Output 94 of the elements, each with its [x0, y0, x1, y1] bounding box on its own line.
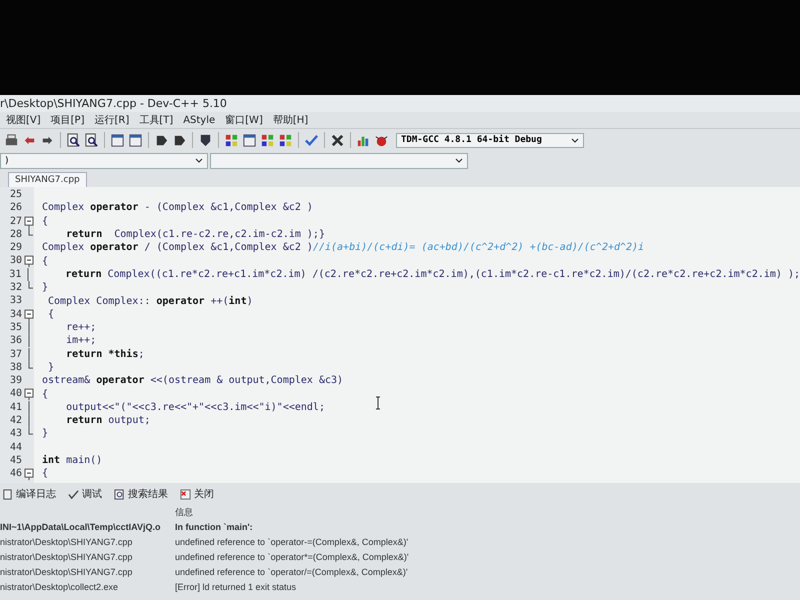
window-icon[interactable] — [242, 132, 257, 148]
line-number: 43 — [8, 427, 23, 441]
caret-icon — [195, 158, 203, 163]
code-line: } — [42, 282, 48, 294]
line-number: 30 — [8, 254, 23, 268]
class-select[interactable]: ) — [0, 152, 208, 168]
line-number: 35 — [8, 320, 23, 334]
fold-toggle-icon[interactable] — [24, 214, 34, 228]
magnifier-icon[interactable] — [84, 132, 99, 148]
check-icon — [68, 488, 79, 500]
file-path: nistrator\Desktop\SHIYANG7.cpp — [0, 552, 134, 562]
line-number: 25 — [8, 188, 23, 202]
line-number: 27 — [8, 214, 23, 228]
menu-item[interactable]: 视图[V] — [6, 113, 41, 127]
line-number: 38 — [8, 360, 23, 374]
compiler-select[interactable]: TDM-GCC 4.8.1 64-bit Debug — [396, 132, 584, 148]
line-number: 42 — [8, 414, 23, 428]
check-icon[interactable] — [304, 132, 319, 148]
line-number: 39 — [8, 374, 23, 388]
file-path: INI~1\AppData\Local\Temp\cctIAVjQ.o — [0, 522, 162, 532]
cross-icon[interactable] — [330, 132, 345, 148]
grid-icon[interactable] — [260, 132, 275, 148]
file-path: nistrator\Desktop\SHIYANG7.cpp — [0, 536, 134, 546]
menu-item[interactable]: 运行[R] — [94, 113, 130, 127]
line-number: 40 — [8, 387, 23, 401]
fold-toggle-icon[interactable] — [24, 387, 34, 401]
code-line: { — [42, 216, 48, 227]
message-text: undefined reference to `operator-=(Complex&, Complex&)' — [175, 536, 408, 546]
code-line: Complex Complex:: operator ++(int) — [47, 296, 253, 307]
code-line: int main() — [42, 455, 102, 466]
line-number: 26 — [8, 201, 23, 215]
fold-toggle-icon[interactable] — [24, 254, 34, 268]
grid-icon[interactable] — [224, 132, 239, 148]
menu-item[interactable]: 项目[P] — [50, 113, 84, 127]
line-number: 28 — [8, 228, 23, 242]
fold-toggle-icon[interactable] — [24, 467, 34, 481]
line-number: 45 — [8, 454, 23, 468]
line-number: 34 — [8, 308, 23, 321]
line-number: 37 — [8, 348, 23, 361]
line-number: 29 — [8, 241, 23, 254]
line-number: 36 — [8, 334, 23, 348]
code-line: ostream& operator <<(ostream & output,Complex &c3) — [42, 375, 344, 386]
search-icon — [114, 488, 125, 500]
text-cursor-icon — [375, 396, 381, 410]
window-icon[interactable] — [128, 132, 143, 148]
code-line: Complex operator - (Complex &c1,Complex &c2 ) — [42, 202, 313, 214]
menu-item[interactable]: 窗口[W] — [225, 113, 263, 127]
file-path: nistrator\Desktop\SHIYANG7.cpp — [0, 566, 134, 576]
printer-icon[interactable] — [4, 132, 19, 148]
panel-tab[interactable]: 调试 — [68, 487, 102, 501]
code-line: return Complex((c1.re*c2.re+c1.im*c2.im) /(c2.re*c2.re+c2.im*c2.im),(c1.im*c2.re-c1.re*c2.im)/(c2.re*c2.re+c2.im*c2.im) ); — [64, 268, 800, 280]
grid-icon[interactable] — [278, 132, 293, 148]
code-line: { — [42, 256, 48, 267]
code-editor[interactable] — [0, 187, 800, 483]
file-tab[interactable]: SHIYANG7.cpp — [8, 172, 87, 187]
code-line: return Complex(c1.re-c2.re,c2.im-c2.im );} — [65, 229, 325, 240]
code-line: } — [47, 362, 54, 373]
line-number: 33 — [8, 294, 23, 308]
code-line: return *this; — [65, 348, 144, 360]
magnifier-icon[interactable] — [66, 132, 81, 148]
line-number: 46 — [8, 467, 23, 481]
message-text: In function `main': — [175, 522, 253, 532]
caret-icon — [455, 158, 463, 163]
menu-item[interactable]: 工具[T] — [139, 113, 174, 127]
menu-item[interactable]: 帮助[H] — [272, 113, 308, 127]
code-line: { — [42, 468, 48, 480]
shield-icon[interactable] — [198, 132, 213, 148]
column-header: 信息 — [175, 506, 193, 518]
window-title: r\Desktop\SHIYANG7.cpp - Dev-C++ 5.10 — [0, 97, 227, 110]
menu-item[interactable]: AStyle — [183, 114, 216, 126]
code-line: { — [47, 308, 54, 320]
code-line: im++; — [65, 335, 96, 346]
code-line: return output; — [65, 415, 150, 426]
line-number: 31 — [8, 268, 22, 282]
line-number: 32 — [8, 281, 23, 294]
code-line: { — [42, 388, 48, 400]
close-icon — [180, 488, 191, 500]
panel-tab[interactable]: 搜索结果 — [114, 487, 168, 501]
code-line: Complex operator / (Complex &c1,Complex &c2 )//i(a+bi)/(c+di)= (ac+bd)/(c^2+d^2) +(bc-ad)/(c^2+d^2)i — [42, 242, 644, 254]
message-text: undefined reference to `operator*=(Complex&, Complex&)' — [175, 552, 409, 562]
document-icon — [2, 488, 13, 500]
message-text: [Error] ld returned 1 exit status — [175, 582, 296, 592]
window-icon[interactable] — [110, 132, 125, 148]
code-line: output<<"("<<c3.re<<"+"<<c3.im<<"i)"<<endl; — [65, 402, 325, 413]
message-text: undefined reference to `operator/=(Complex&, Complex&)' — [175, 566, 408, 576]
panel-tab[interactable]: 关闭 — [180, 487, 214, 501]
code-line: } — [42, 428, 48, 440]
fold-toggle-icon[interactable] — [24, 308, 34, 321]
file-path: nistrator\Desktop\collect2.exe — [0, 582, 120, 592]
panel-tab[interactable]: 编译日志 — [2, 487, 56, 501]
code-line: re++; — [65, 322, 96, 334]
line-number: 41 — [8, 400, 23, 414]
line-number: 44 — [8, 440, 23, 454]
caret-icon — [571, 138, 579, 142]
